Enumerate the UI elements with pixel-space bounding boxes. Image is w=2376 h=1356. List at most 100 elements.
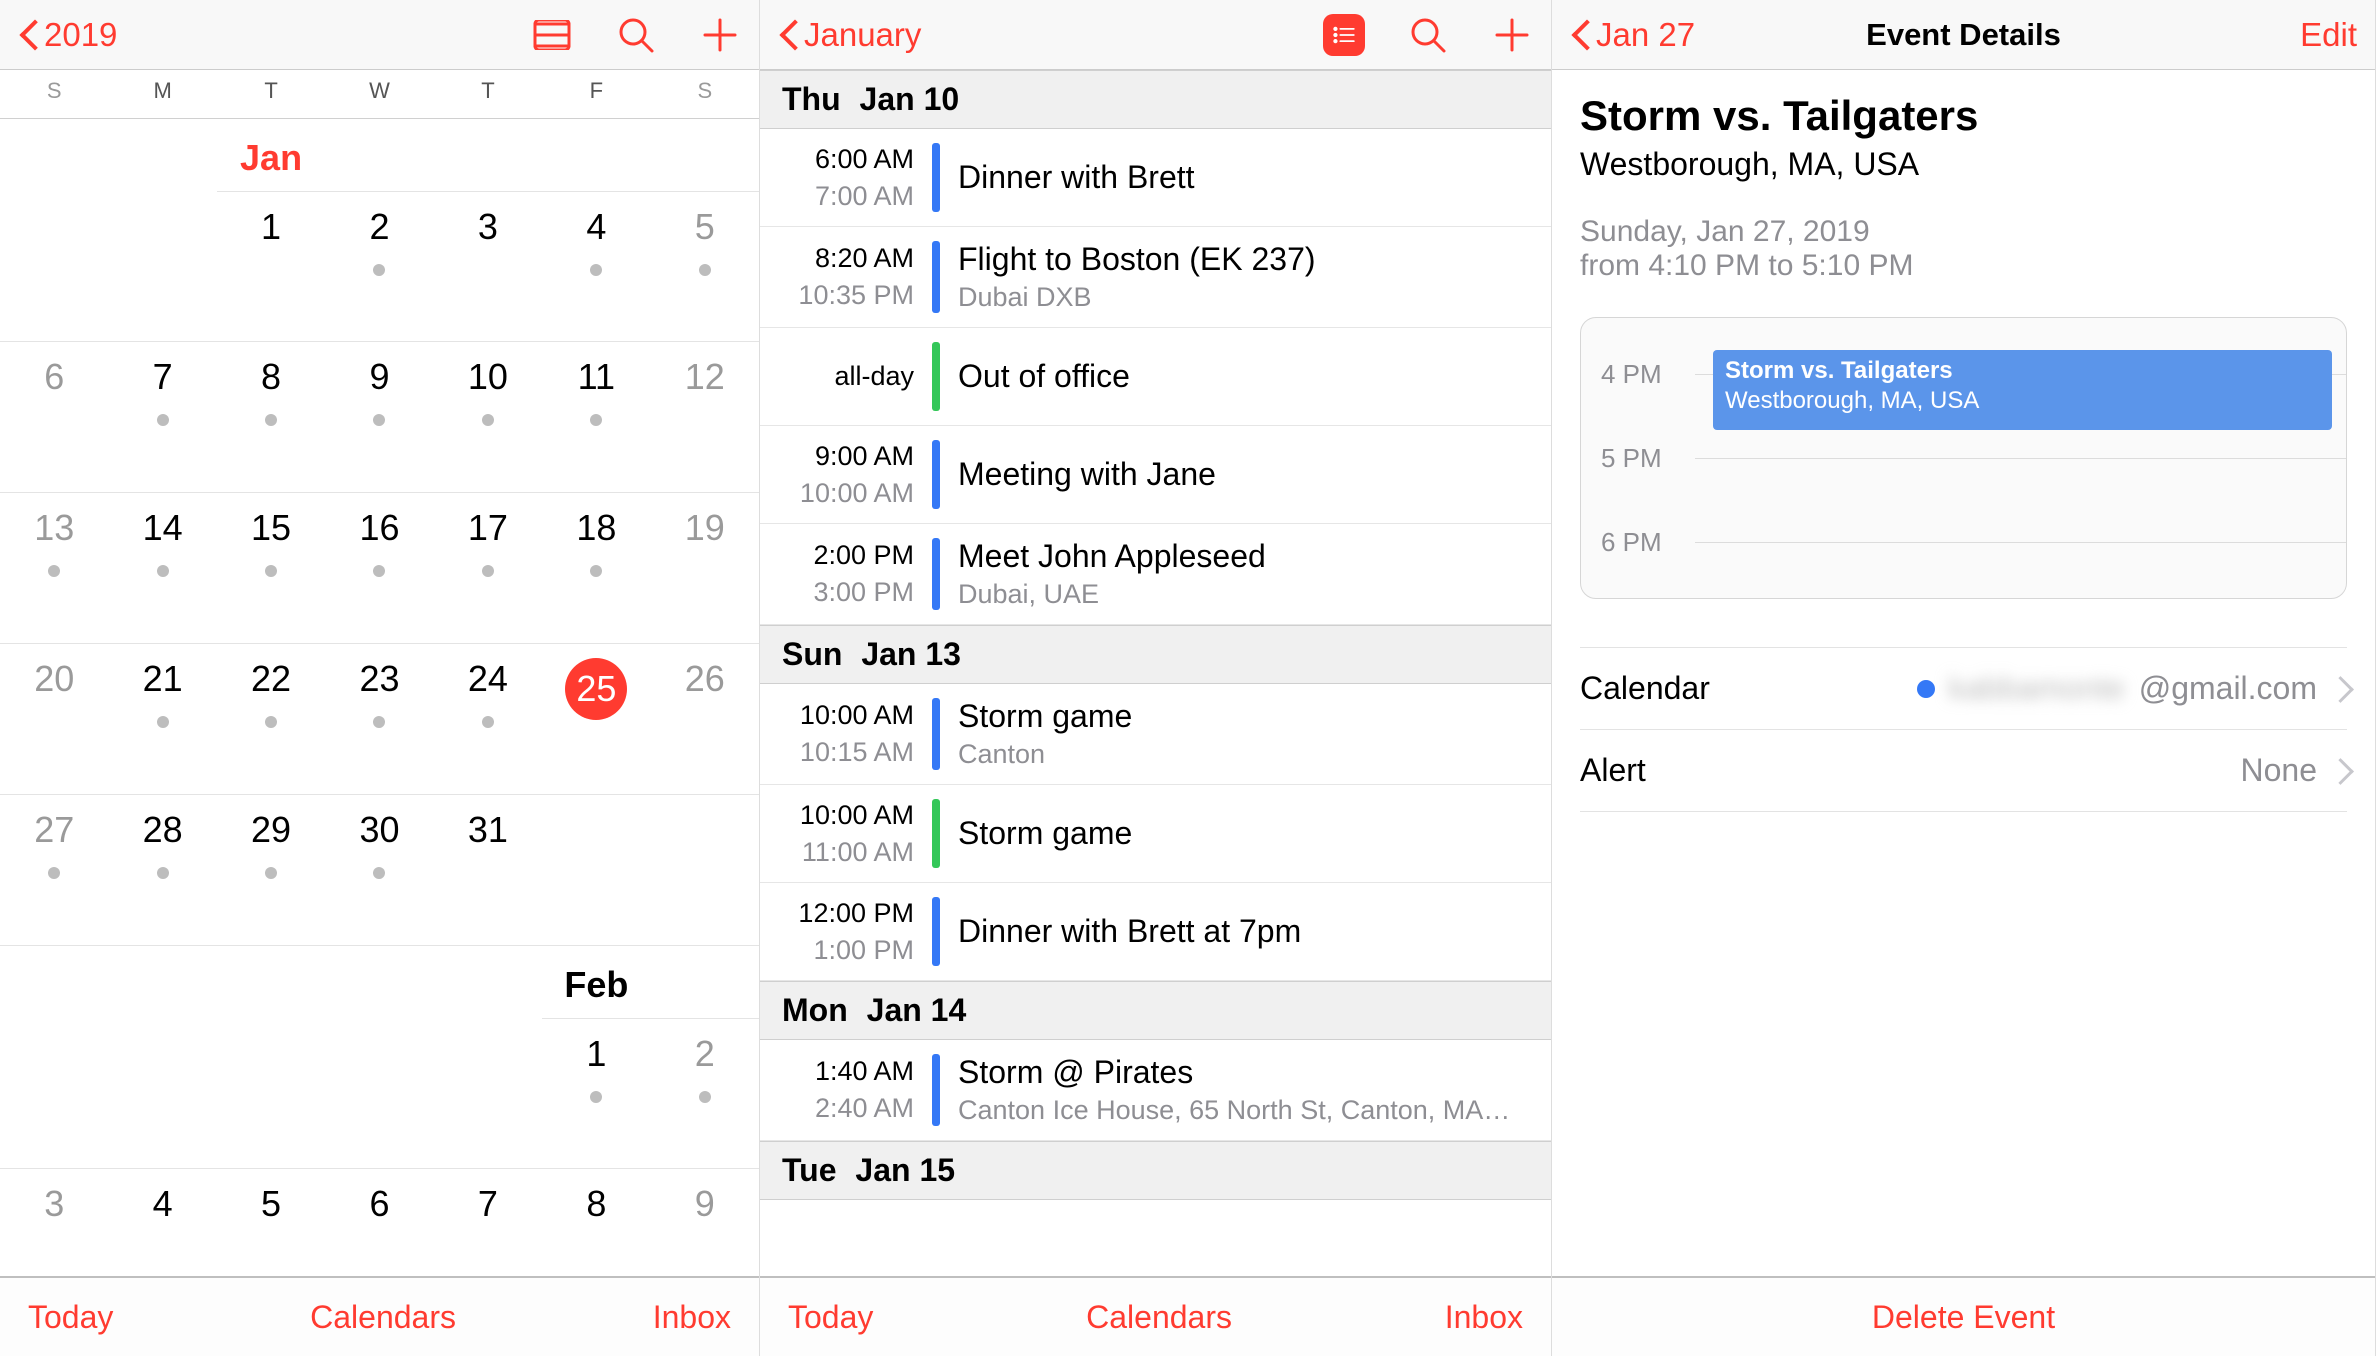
event-dot-icon bbox=[157, 867, 169, 879]
list-view-icon[interactable] bbox=[531, 14, 573, 56]
list-mode-active-icon[interactable] bbox=[1323, 14, 1365, 56]
event-row[interactable]: 6:00 AM7:00 AMDinner with Brett bbox=[760, 129, 1551, 227]
setting-alert[interactable]: Alert None bbox=[1580, 729, 2347, 812]
event-row[interactable]: 9:00 AM10:00 AMMeeting with Jane bbox=[760, 426, 1551, 524]
event-body: Out of office bbox=[940, 328, 1551, 425]
add-icon[interactable] bbox=[1491, 14, 1533, 56]
day-cell[interactable]: 5 bbox=[651, 191, 759, 341]
day-cell[interactable]: 4 bbox=[108, 1169, 216, 1276]
day-cell[interactable]: 3 bbox=[434, 191, 542, 341]
day-cell[interactable]: 25 bbox=[542, 644, 650, 794]
event-dot-icon bbox=[590, 414, 602, 426]
day-cell[interactable]: 11 bbox=[542, 342, 650, 492]
event-times: 1:40 AM2:40 AM bbox=[760, 1040, 932, 1140]
day-cell[interactable]: 4 bbox=[542, 191, 650, 341]
day-cell[interactable]: 26 bbox=[651, 644, 759, 794]
day-cell[interactable]: 29 bbox=[217, 795, 325, 945]
back-button-month[interactable]: January bbox=[778, 16, 921, 54]
add-icon[interactable] bbox=[699, 14, 741, 56]
day-cell[interactable]: 1 bbox=[542, 1018, 650, 1168]
month-grid[interactable]: Jan1234567891011121314151617181920212223… bbox=[0, 119, 759, 1276]
day-cell[interactable]: 19 bbox=[651, 493, 759, 643]
search-icon[interactable] bbox=[1407, 14, 1449, 56]
toolbar-today[interactable]: Today bbox=[28, 1299, 113, 1336]
edit-button[interactable]: Edit bbox=[2300, 16, 2357, 54]
toolbar-inbox[interactable]: Inbox bbox=[1445, 1299, 1523, 1336]
day-cell[interactable]: 16 bbox=[325, 493, 433, 643]
event-row[interactable]: 8:20 AM10:35 PMFlight to Boston (EK 237)… bbox=[760, 227, 1551, 328]
list-panel: January Thu Jan 106:00 AM7:00 AMDinner w… bbox=[760, 0, 1552, 1356]
timeline-hour: 6 PM bbox=[1601, 527, 1695, 558]
event-title: Storm @ Pirates bbox=[958, 1054, 1533, 1091]
day-number: 18 bbox=[576, 507, 616, 548]
event-body: Storm @ PiratesCanton Ice House, 65 Nort… bbox=[940, 1040, 1551, 1140]
timeline-preview[interactable]: 4 PM Storm vs. Tailgaters Westborough, M… bbox=[1580, 317, 2347, 599]
day-cell[interactable]: 24 bbox=[434, 644, 542, 794]
event-color-bar-icon bbox=[932, 538, 940, 610]
event-title: Storm game bbox=[958, 815, 1533, 852]
toolbar-inbox[interactable]: Inbox bbox=[653, 1299, 731, 1336]
delete-event-button[interactable]: Delete Event bbox=[1872, 1299, 2055, 1336]
day-cell[interactable]: 22 bbox=[217, 644, 325, 794]
day-cell[interactable]: 6 bbox=[0, 342, 108, 492]
back-button-year[interactable]: 2019 bbox=[18, 16, 117, 54]
day-cell[interactable]: 2 bbox=[651, 1018, 759, 1168]
weekday-label: W bbox=[325, 78, 433, 104]
event-row[interactable]: 10:00 AM11:00 AMStorm game bbox=[760, 785, 1551, 883]
event-row[interactable]: 12:00 PM1:00 PMDinner with Brett at 7pm bbox=[760, 883, 1551, 981]
day-number: 7 bbox=[478, 1183, 498, 1224]
day-cell[interactable]: 28 bbox=[108, 795, 216, 945]
day-cell[interactable]: 30 bbox=[325, 795, 433, 945]
back-button-day[interactable]: Jan 27 bbox=[1570, 16, 1695, 54]
day-cell[interactable]: 9 bbox=[325, 342, 433, 492]
section-date: Jan 10 bbox=[860, 81, 960, 117]
day-cell[interactable]: 23 bbox=[325, 644, 433, 794]
event-row[interactable]: 1:40 AM2:40 AMStorm @ PiratesCanton Ice … bbox=[760, 1040, 1551, 1141]
event-row[interactable]: 10:00 AM10:15 AMStorm gameCanton bbox=[760, 684, 1551, 785]
event-body: Dinner with Brett at 7pm bbox=[940, 883, 1551, 980]
day-cell[interactable]: 1 bbox=[217, 191, 325, 341]
alert-value: None bbox=[2241, 752, 2318, 789]
event-detail-scroll[interactable]: Storm vs. Tailgaters Westborough, MA, US… bbox=[1552, 70, 2375, 1276]
day-cell[interactable]: 20 bbox=[0, 644, 108, 794]
day-number: 7 bbox=[153, 356, 173, 397]
chevron-left-icon bbox=[1570, 18, 1590, 52]
event-dot-icon bbox=[373, 716, 385, 728]
event-title: Meeting with Jane bbox=[958, 456, 1533, 493]
toolbar-calendars[interactable]: Calendars bbox=[310, 1299, 456, 1336]
event-color-bar-icon bbox=[932, 897, 940, 966]
day-cell[interactable]: 8 bbox=[217, 342, 325, 492]
day-cell[interactable]: 18 bbox=[542, 493, 650, 643]
day-cell[interactable]: 10 bbox=[434, 342, 542, 492]
toolbar-calendars[interactable]: Calendars bbox=[1086, 1299, 1232, 1336]
day-cell bbox=[217, 1018, 325, 1168]
day-cell[interactable]: 21 bbox=[108, 644, 216, 794]
search-icon[interactable] bbox=[615, 14, 657, 56]
event-list[interactable]: Thu Jan 106:00 AM7:00 AMDinner with Bret… bbox=[760, 70, 1551, 1276]
day-cell[interactable]: 7 bbox=[108, 342, 216, 492]
day-cell[interactable]: 27 bbox=[0, 795, 108, 945]
setting-calendar[interactable]: Calendar kabbamonte@gmail.com bbox=[1580, 647, 2347, 729]
day-cell[interactable]: 5 bbox=[217, 1169, 325, 1276]
day-number: 21 bbox=[143, 658, 183, 699]
day-cell[interactable]: 2 bbox=[325, 191, 433, 341]
day-cell[interactable]: 17 bbox=[434, 493, 542, 643]
day-cell[interactable]: 9 bbox=[651, 1169, 759, 1276]
day-section-header: Mon Jan 14 bbox=[760, 981, 1551, 1040]
day-cell[interactable]: 12 bbox=[651, 342, 759, 492]
day-cell[interactable]: 14 bbox=[108, 493, 216, 643]
toolbar-list: Today Calendars Inbox bbox=[760, 1276, 1551, 1356]
day-cell[interactable]: 6 bbox=[325, 1169, 433, 1276]
navbar-actions bbox=[1323, 14, 1533, 56]
day-cell[interactable]: 31 bbox=[434, 795, 542, 945]
event-row[interactable]: 2:00 PM3:00 PMMeet John AppleseedDubai, … bbox=[760, 524, 1551, 625]
day-cell[interactable]: 8 bbox=[542, 1169, 650, 1276]
event-times: 12:00 PM1:00 PM bbox=[760, 883, 932, 980]
day-cell[interactable]: 15 bbox=[217, 493, 325, 643]
day-cell[interactable]: 3 bbox=[0, 1169, 108, 1276]
toolbar-today[interactable]: Today bbox=[788, 1299, 873, 1336]
toolbar-detail: Delete Event bbox=[1552, 1276, 2375, 1356]
event-row[interactable]: all-dayOut of office bbox=[760, 328, 1551, 426]
day-cell[interactable]: 7 bbox=[434, 1169, 542, 1276]
day-cell[interactable]: 13 bbox=[0, 493, 108, 643]
